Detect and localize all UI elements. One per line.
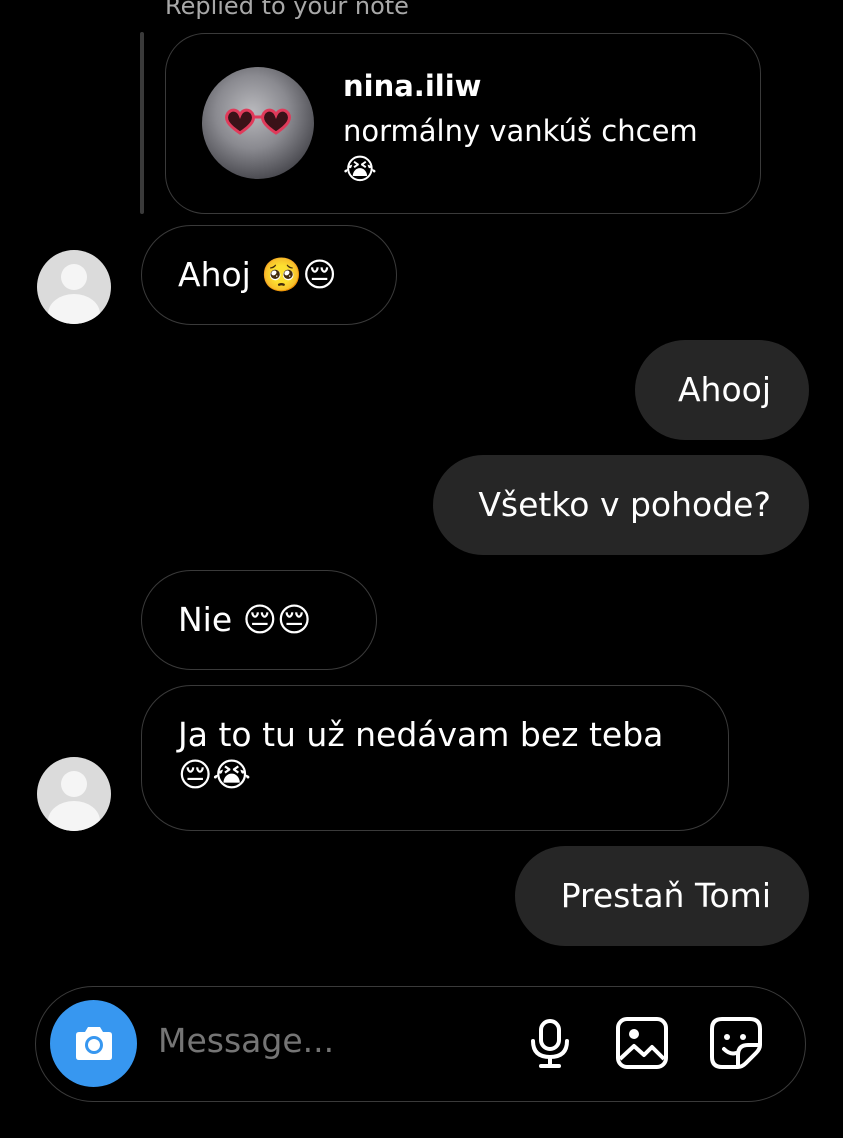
camera-icon [75,1026,112,1060]
note-card[interactable]: nina.iliw normálny vankúš chcem 😭 [165,33,761,214]
message-outgoing[interactable]: Všetko v pohode? [433,455,809,555]
message-incoming[interactable]: Nie 😔😔 [141,570,377,670]
message-input[interactable] [158,1021,498,1060]
message-incoming[interactable]: Ja to tu už nedávam bez teba 😔😭 [141,685,729,831]
heart-glasses-icon [225,108,291,135]
avatar-body [48,294,100,324]
message-outgoing[interactable]: Prestaň Tomi [515,846,809,946]
camera-button[interactable] [50,1000,137,1087]
contact-avatar[interactable] [37,757,111,831]
message-composer [35,986,806,1102]
note-avatar[interactable] [202,67,314,179]
contact-avatar[interactable] [37,250,111,324]
microphone-icon[interactable] [522,1015,578,1071]
gallery-icon[interactable] [614,1015,670,1071]
note-text: normálny vankúš chcem 😭 [343,114,698,186]
note-username: nina.iliw [343,69,482,103]
message-incoming[interactable]: Ahoj 🥺😔 [141,225,397,325]
sticker-icon[interactable] [708,1015,764,1071]
avatar-body [48,801,100,831]
avatar-head [61,264,87,290]
message-outgoing[interactable]: Ahooj [635,340,809,440]
avatar-head [61,771,87,797]
replied-to-note-label: Replied to your note [165,0,409,20]
reply-indicator-bar [140,32,144,214]
